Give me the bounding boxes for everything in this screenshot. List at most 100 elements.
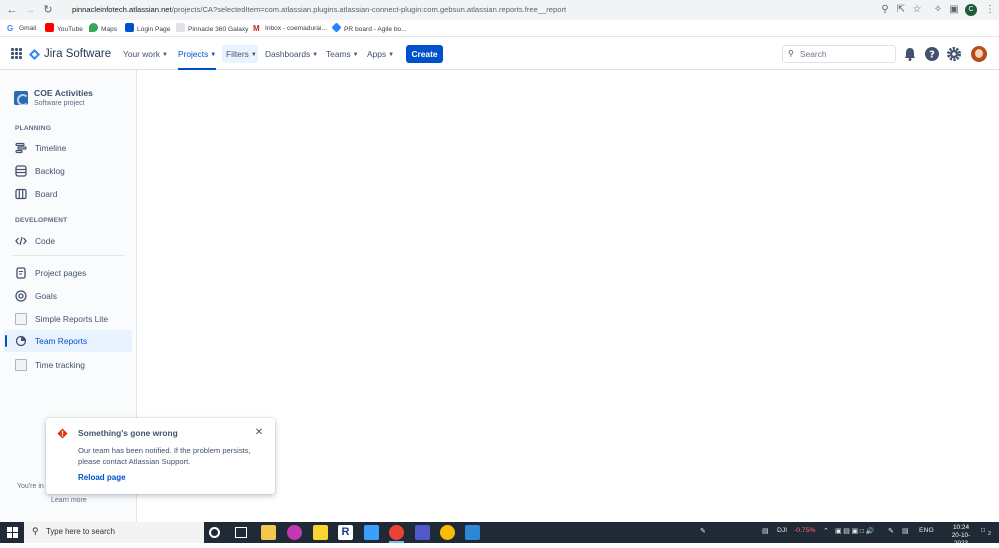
file-explorer-icon[interactable] bbox=[261, 525, 276, 540]
taskbar-clock[interactable]: 10:24 20-10-2023 bbox=[946, 524, 976, 548]
sidebar-item-time-tracking[interactable]: Time tracking bbox=[4, 354, 132, 376]
r-app-icon[interactable]: R bbox=[338, 525, 353, 540]
chevron-down-icon: ▼ bbox=[250, 52, 257, 58]
close-icon[interactable]: ✕ bbox=[253, 427, 265, 439]
maps-icon bbox=[89, 23, 98, 32]
nav-teams[interactable]: Teams ▼ bbox=[326, 47, 359, 61]
forward-icon[interactable]: → bbox=[22, 2, 38, 18]
sticky-notes-icon[interactable] bbox=[313, 525, 328, 540]
chrome-icon[interactable] bbox=[389, 525, 404, 540]
bookmark-pr-board[interactable]: PR board - Agile bo... bbox=[331, 22, 407, 34]
learn-more-link[interactable]: Learn more bbox=[51, 497, 87, 504]
settings-gear-icon[interactable] bbox=[946, 46, 962, 62]
zoom-icon[interactable]: ⚲ bbox=[877, 2, 893, 18]
app-purple-icon[interactable] bbox=[287, 525, 302, 540]
windows-start-icon[interactable] bbox=[7, 527, 18, 538]
jira-logo-text: Jira Software bbox=[44, 48, 112, 60]
chevron-down-icon: ▼ bbox=[352, 52, 359, 58]
language-indicator[interactable]: ENG bbox=[919, 527, 934, 534]
team-reports-icon bbox=[15, 335, 27, 347]
url-host: pinnacleinfotech.atlassian.net bbox=[72, 5, 172, 14]
board-icon bbox=[15, 188, 27, 200]
browser-profile-avatar[interactable]: C bbox=[965, 4, 977, 16]
pen-icon[interactable]: ✎ bbox=[700, 527, 706, 535]
sidebar-item-project-pages[interactable]: Project pages bbox=[4, 262, 132, 284]
goals-target-icon bbox=[15, 290, 27, 302]
bookmark-youtube[interactable]: YouTube bbox=[45, 23, 83, 34]
jira-top-nav: Jira Software Your work ▼ Projects ▼ Filte… bbox=[0, 38, 999, 70]
extensions-icon[interactable]: ✧ bbox=[930, 2, 946, 18]
gmail-icon: M bbox=[253, 24, 262, 33]
tray-app-icons[interactable]: ▣ ▤ ▣ □ 🔊 bbox=[835, 527, 874, 535]
nav-apps[interactable]: Apps ▼ bbox=[367, 47, 394, 61]
chrome-alt-icon[interactable] bbox=[440, 525, 455, 540]
code-icon bbox=[15, 236, 27, 246]
bookmark-star-icon[interactable]: ☆ bbox=[909, 2, 925, 18]
side-panel-icon[interactable]: ▣ bbox=[946, 2, 962, 18]
tray-chevron-up-icon[interactable]: ⌃ bbox=[823, 527, 829, 535]
help-icon[interactable]: ? bbox=[924, 46, 940, 62]
app-switcher-icon[interactable] bbox=[11, 48, 22, 59]
jira-logo[interactable]: Jira Software bbox=[29, 46, 111, 62]
sidebar-item-simple-reports-lite[interactable]: Simple Reports Lite bbox=[4, 308, 132, 330]
nav-dashboards[interactable]: Dashboards ▼ bbox=[265, 47, 318, 61]
broken-image-icon bbox=[15, 359, 27, 371]
back-icon[interactable]: ← bbox=[4, 2, 20, 18]
create-button[interactable]: Create bbox=[406, 45, 443, 63]
notifications-bell-icon[interactable] bbox=[902, 46, 918, 62]
bookmarks-bar: G Gmail YouTube Maps Login Page Pinnacle … bbox=[0, 20, 999, 37]
timeline-icon bbox=[15, 142, 27, 154]
clock-date: 20-10-2023 bbox=[951, 532, 971, 547]
project-pages-icon bbox=[16, 267, 26, 279]
taskbar-search[interactable]: ⚲ Type here to search bbox=[24, 522, 204, 543]
nav-projects[interactable]: Projects ▼ bbox=[178, 47, 216, 61]
bookmark-gmail[interactable]: G Gmail bbox=[7, 23, 36, 34]
nav-active-indicator bbox=[178, 68, 216, 70]
sidebar-item-label: Board bbox=[35, 189, 58, 199]
planning-heading: PLANNING bbox=[15, 125, 52, 132]
stock-change: -0.75% bbox=[794, 527, 816, 534]
bookmark-login-page[interactable]: Login Page bbox=[125, 23, 170, 34]
teams-icon[interactable] bbox=[415, 525, 430, 540]
sidebar-item-label: Backlog bbox=[35, 166, 65, 176]
sidebar-item-label: Team Reports bbox=[35, 336, 88, 346]
sidebar-item-timeline[interactable]: Timeline bbox=[4, 137, 132, 159]
browser-menu-icon[interactable]: ⋮ bbox=[982, 2, 998, 18]
chevron-down-icon: ▼ bbox=[210, 52, 217, 58]
url-field[interactable]: pinnacleinfotech.atlassian.net/projects/… bbox=[72, 3, 566, 17]
sidebar-item-label: Project pages bbox=[35, 268, 87, 278]
bookmark-inbox[interactable]: M Inbox - coemadurai... bbox=[253, 23, 327, 34]
bookmark-pinnacle[interactable]: Pinnacle 360 Galaxy bbox=[176, 23, 248, 34]
sidebar-item-label: Time tracking bbox=[35, 360, 85, 370]
cortana-icon[interactable] bbox=[209, 527, 220, 538]
youtube-icon bbox=[45, 23, 54, 32]
sidebar-item-board[interactable]: Board bbox=[4, 183, 132, 205]
reload-icon[interactable]: ↻ bbox=[40, 2, 56, 18]
nav-filters[interactable]: Filters ▼ bbox=[226, 47, 257, 61]
sidebar-item-backlog[interactable]: Backlog bbox=[4, 160, 132, 182]
browser-address-bar: ← → ↻ pinnacleinfotech.atlassian.net/pro… bbox=[0, 0, 999, 20]
broken-image-icon bbox=[15, 313, 27, 325]
pen-workspace-icon[interactable]: ✎ bbox=[888, 527, 894, 535]
sidebar-footer-text: You're in bbox=[17, 483, 44, 490]
sidebar-item-team-reports[interactable]: Team Reports bbox=[4, 330, 132, 352]
outlook-icon[interactable] bbox=[364, 525, 379, 540]
reload-page-link[interactable]: Reload page bbox=[78, 473, 126, 482]
share-icon[interactable]: ⇱ bbox=[893, 2, 909, 18]
url-path: /projects/CA?selectedItem=com.atlassian.… bbox=[171, 5, 567, 14]
user-avatar[interactable] bbox=[971, 46, 987, 62]
project-type: Software project bbox=[34, 100, 85, 107]
notification-center-icon[interactable]: □ bbox=[981, 527, 985, 534]
app-blue-icon[interactable] bbox=[465, 525, 480, 540]
sidebar-item-goals[interactable]: Goals bbox=[4, 285, 132, 307]
sidebar-item-code[interactable]: Code bbox=[4, 230, 132, 252]
nav-your-work[interactable]: Your work ▼ bbox=[123, 47, 168, 61]
task-view-icon[interactable] bbox=[235, 527, 247, 538]
search-input[interactable] bbox=[800, 47, 892, 61]
network-icon[interactable]: ▤ bbox=[902, 527, 908, 535]
stock-widget-icon[interactable]: ▤ bbox=[762, 527, 768, 535]
search-field[interactable]: ⚲ bbox=[782, 45, 896, 63]
notification-count: 2 bbox=[988, 531, 992, 537]
project-name[interactable]: COE Activities bbox=[34, 88, 93, 98]
bookmark-maps[interactable]: Maps bbox=[89, 23, 117, 34]
